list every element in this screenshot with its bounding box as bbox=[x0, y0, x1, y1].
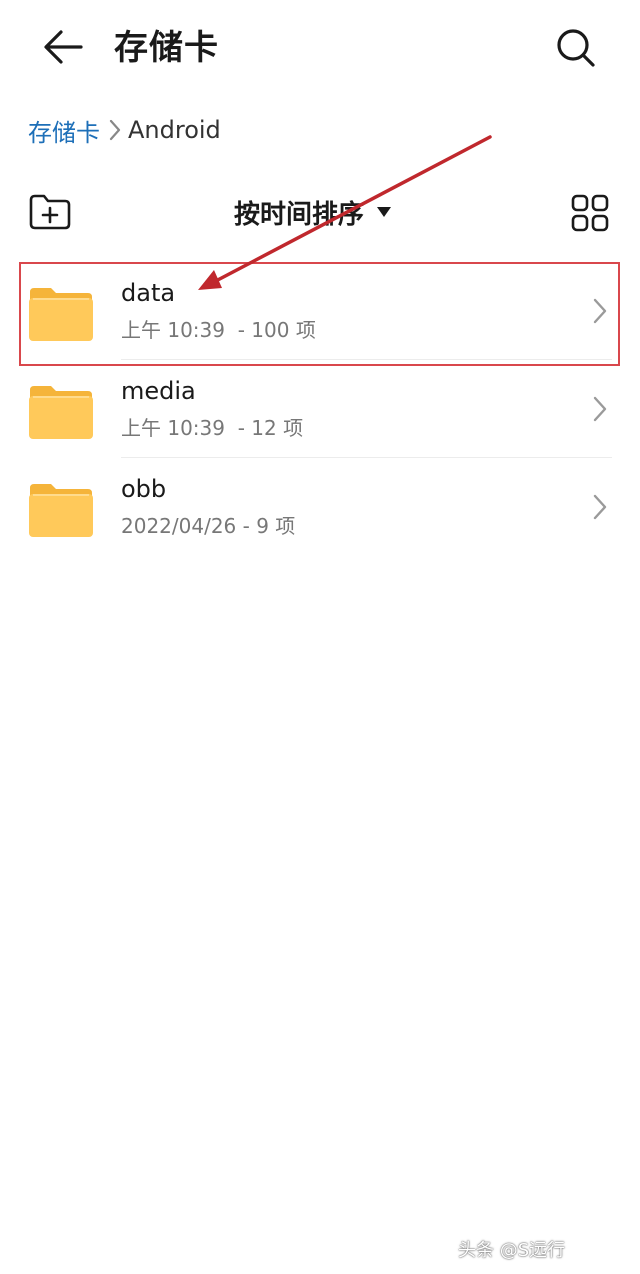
folder-icon bbox=[29, 484, 93, 537]
chevron-right-icon bbox=[588, 296, 612, 326]
page-title: 存储卡 bbox=[114, 28, 219, 68]
toolbar: 按时间排序 bbox=[0, 182, 640, 242]
arrow-left-icon bbox=[44, 30, 83, 64]
app-header: 存储卡 bbox=[0, 0, 640, 96]
list-item-obb[interactable]: obb 2022/04/26 - 9 项 bbox=[0, 458, 640, 556]
folder-icon bbox=[29, 288, 93, 341]
sort-label: 按时间排序 bbox=[234, 199, 365, 230]
file-meta: 上午 10:39 - 12 项 bbox=[121, 416, 304, 440]
file-name: media bbox=[121, 377, 196, 405]
breadcrumb: 存储卡 Android bbox=[28, 112, 221, 148]
back-button[interactable] bbox=[36, 22, 90, 72]
chevron-right-icon bbox=[588, 492, 612, 522]
folder-icon bbox=[29, 386, 93, 439]
search-button[interactable] bbox=[550, 22, 602, 74]
breadcrumb-root[interactable]: 存储卡 bbox=[28, 113, 100, 148]
caret-down-icon bbox=[376, 206, 392, 218]
chevron-right-icon bbox=[108, 118, 122, 142]
watermark: 头条 @S远行 bbox=[458, 1240, 566, 1261]
grid-view-button[interactable] bbox=[564, 188, 616, 238]
new-folder-button[interactable] bbox=[24, 188, 76, 236]
file-meta: 2022/04/26 - 9 项 bbox=[121, 514, 296, 538]
list-item-data[interactable]: data 上午 10:39 - 100 项 bbox=[0, 262, 640, 360]
file-name: data bbox=[121, 279, 176, 307]
chevron-right-icon bbox=[588, 394, 612, 424]
grid-view-icon bbox=[571, 194, 609, 232]
sort-dropdown[interactable]: 按时间排序 bbox=[234, 190, 392, 234]
search-icon bbox=[557, 29, 595, 67]
file-list: data 上午 10:39 - 100 项 media 上午 10:39 - 1… bbox=[0, 262, 640, 556]
file-meta: 上午 10:39 - 100 项 bbox=[121, 318, 316, 342]
folder-add-icon bbox=[29, 194, 71, 230]
list-item-media[interactable]: media 上午 10:39 - 12 项 bbox=[0, 360, 640, 458]
file-name: obb bbox=[121, 475, 167, 503]
breadcrumb-current: Android bbox=[128, 116, 221, 144]
